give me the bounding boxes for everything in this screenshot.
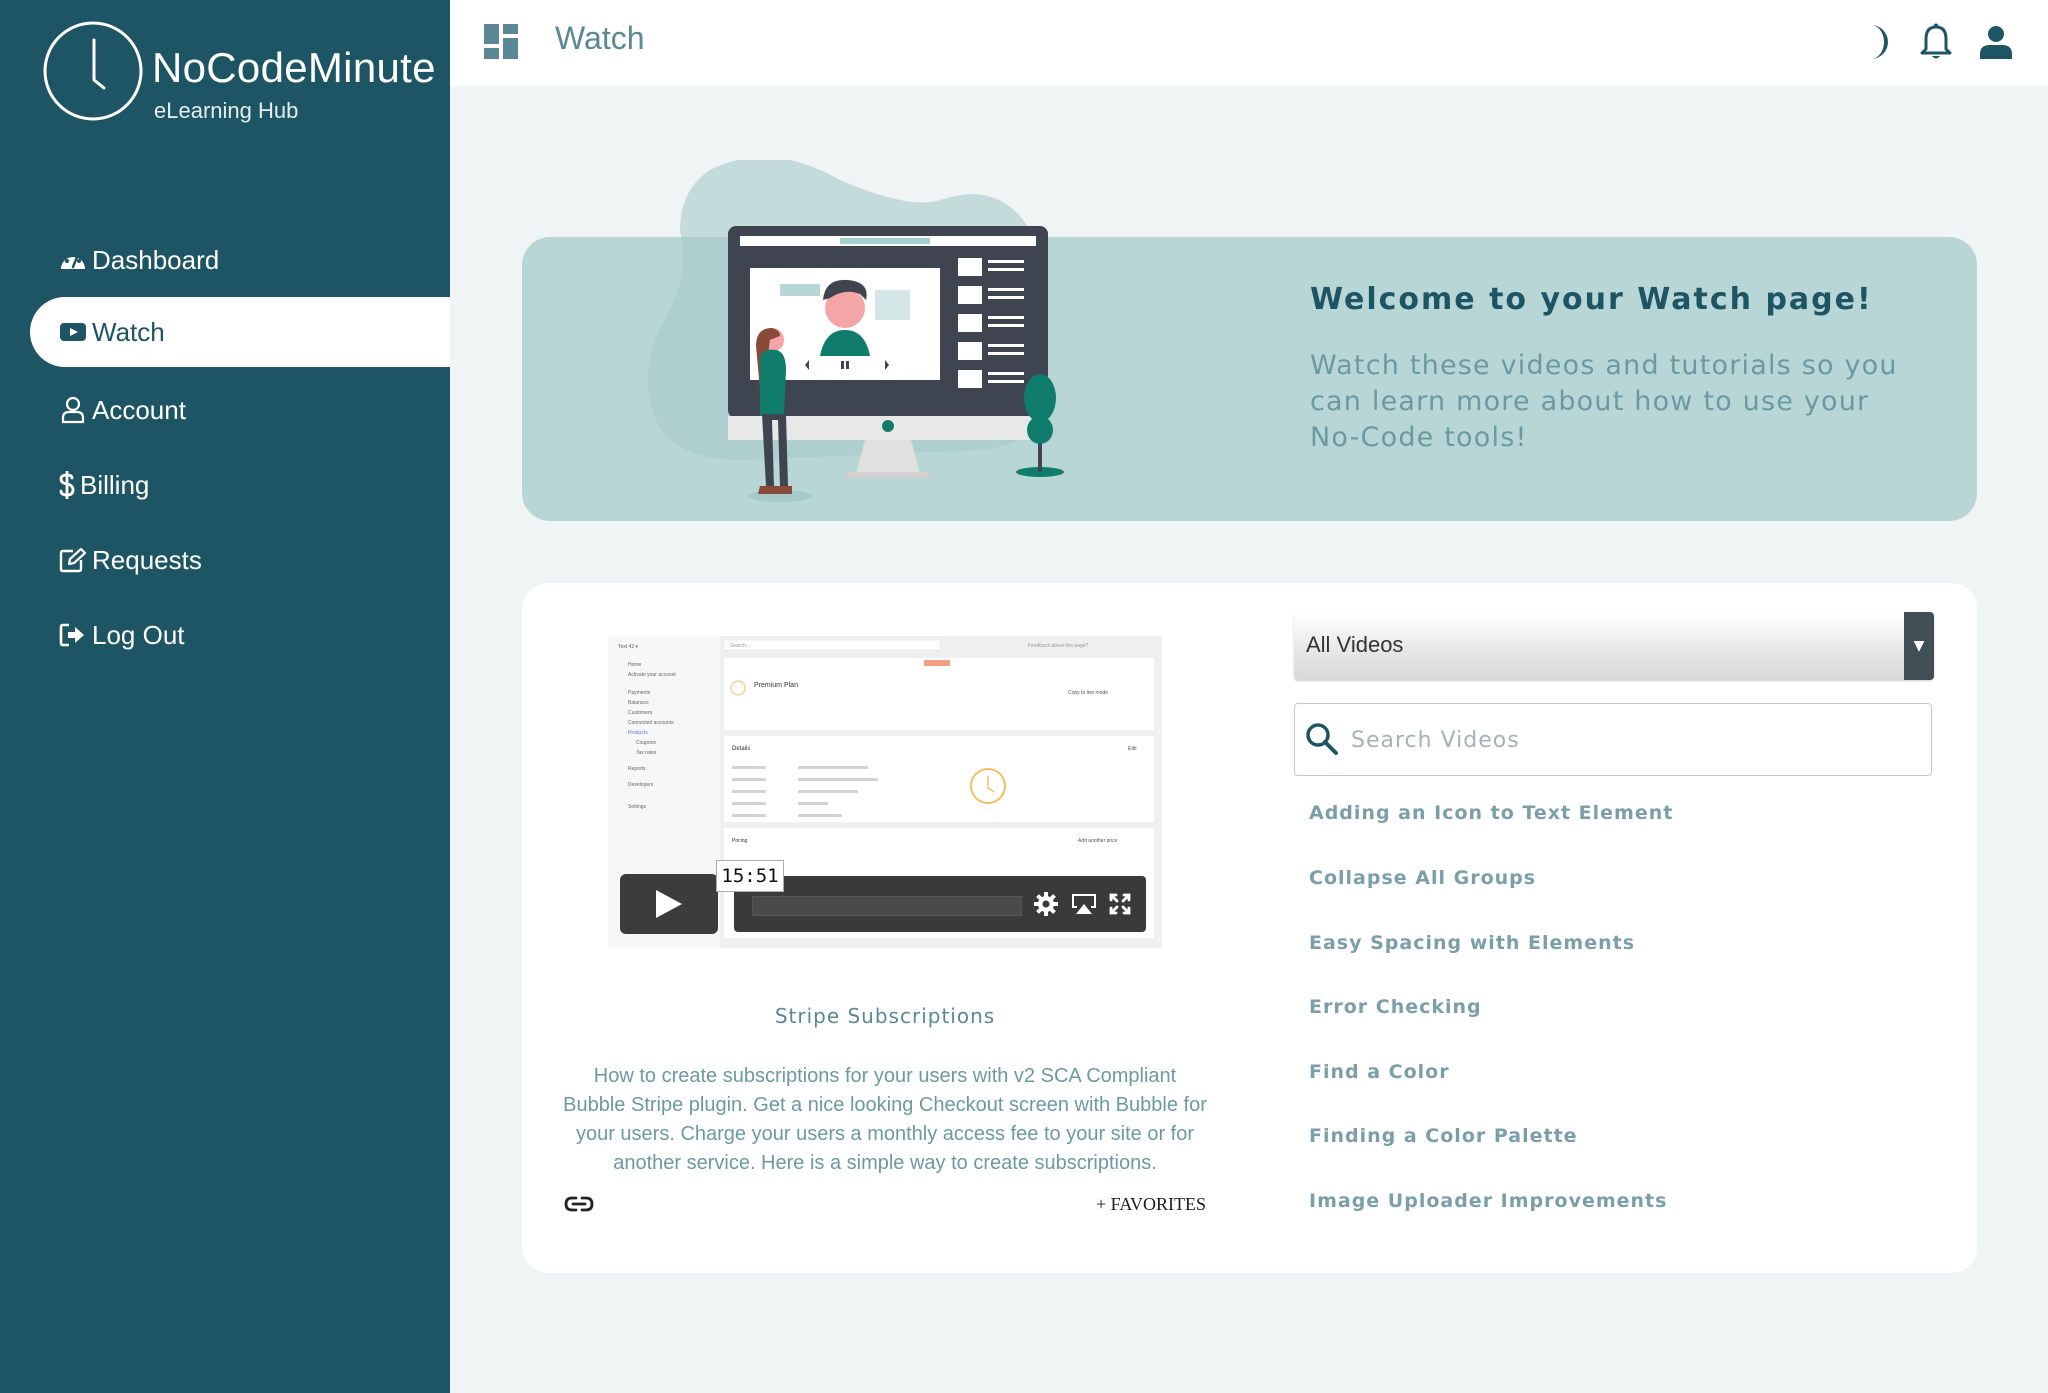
preview-add-price: Add another price (1078, 838, 1118, 844)
sidebar-item-label: Dashboard (92, 244, 220, 275)
video-progress-bar[interactable] (752, 896, 1022, 916)
top-bar: Watch (450, 0, 2048, 86)
sidebar: NoCodeMinute eLearning Hub Dashboard Wat… (0, 0, 450, 1393)
video-list-item[interactable]: Image Uploader Improvements (1309, 1190, 1667, 1212)
preview-nav-connected: Connected accounts (628, 720, 674, 726)
video-list-item[interactable]: Easy Spacing with Elements (1309, 932, 1635, 954)
search-icon (1306, 723, 1338, 755)
settings-gear-icon[interactable] (1030, 888, 1062, 920)
add-favorites-button[interactable]: + FAVORITES (1096, 1194, 1206, 1215)
youtube-play-icon (58, 317, 88, 347)
sidebar-item-watch[interactable]: Watch (30, 297, 450, 367)
brand-name: NoCodeMinute (152, 44, 436, 91)
dollar-icon (58, 470, 76, 500)
search-box (1294, 703, 1932, 776)
sidebar-item-label: Log Out (92, 619, 185, 650)
bell-icon[interactable] (1916, 22, 1956, 62)
video-category-select[interactable]: All Videos ▼ (1294, 612, 1934, 680)
brand-logo[interactable]: NoCodeMinute eLearning Hub (42, 20, 435, 130)
watching-video-illustration (647, 160, 1064, 502)
preview-nav-home: Home (628, 662, 642, 668)
preview-copy: Copy to live mode (1068, 690, 1108, 696)
welcome-text: Watch these videos and tutorials so you … (1310, 350, 1898, 453)
preview-nav-coupons: Coupons (636, 740, 657, 746)
fullscreen-icon[interactable] (1104, 888, 1136, 920)
sidebar-item-requests[interactable]: Requests (58, 525, 448, 595)
airplay-icon[interactable] (1068, 888, 1100, 920)
preview-nav-reports: Reports (628, 766, 646, 772)
dashboard-gauge-icon (58, 245, 88, 275)
sidebar-item-account[interactable]: Account (58, 375, 448, 445)
preview-edit: Edit (1128, 746, 1137, 752)
brand-subtitle: eLearning Hub (154, 98, 299, 123)
sign-out-icon (58, 620, 88, 650)
video-description: How to create subscriptions for your use… (563, 1065, 1207, 1174)
app-root: NoCodeMinute eLearning Hub Dashboard Wat… (0, 0, 2048, 1393)
video-list-item[interactable]: Collapse All Groups (1309, 867, 1536, 889)
welcome-title: Welcome to your Watch page! (1310, 282, 1873, 317)
preview-nav-developers: Developers (628, 782, 654, 788)
preview-nav-payments: Payments (628, 690, 651, 696)
sidebar-item-label: Account (92, 394, 186, 425)
video-title: Stripe Subscriptions (774, 1004, 996, 1028)
svg-text:Test 42 ▾: Test 42 ▾ (618, 644, 639, 650)
preview-search: Search... (730, 643, 750, 649)
user-icon[interactable] (1976, 22, 2016, 62)
sidebar-item-label: Watch (92, 316, 165, 347)
sidebar-item-billing[interactable]: Billing (58, 450, 448, 520)
clock-logo-icon (43, 21, 143, 121)
preview-details: Details (732, 746, 750, 752)
select-value: All Videos (1306, 632, 1404, 657)
video-list-item[interactable]: Error Checking (1309, 996, 1482, 1018)
play-icon (656, 890, 682, 918)
sidebar-item-label: Billing (80, 469, 150, 500)
preview-nav-activate: Activate your account (628, 672, 676, 678)
dropdown-arrow-icon: ▼ (1904, 612, 1934, 680)
sidebar-item-label: Requests (92, 544, 202, 575)
preview-nav-products: Products (628, 730, 648, 736)
link-icon[interactable] (564, 1194, 594, 1214)
video-list-item[interactable]: Adding an Icon to Text Element (1309, 802, 1673, 824)
moon-icon[interactable] (1858, 22, 1898, 62)
preview-nav-customers: Customers (628, 710, 653, 716)
page-title: Watch (555, 20, 645, 56)
video-timestamp: 15:51 (716, 860, 784, 892)
video-list-item[interactable]: Find a Color (1309, 1061, 1450, 1083)
preview-nav-balances: Balances (628, 700, 649, 706)
preview-nav-tax-rates: Tax rates (636, 750, 657, 756)
preview-pricing: Pricing (732, 838, 748, 844)
sidebar-item-log-out[interactable]: Log Out (58, 600, 448, 670)
video-list-item[interactable]: Finding a Color Palette (1309, 1125, 1578, 1147)
preview-plan: Premium Plan (754, 682, 798, 689)
preview-nav-settings: Settings (628, 804, 647, 810)
user-outline-icon (58, 395, 88, 425)
edit-square-icon (58, 545, 88, 575)
sidebar-item-dashboard[interactable]: Dashboard (58, 225, 448, 295)
dashboard-grid-icon[interactable] (484, 24, 520, 60)
search-videos-input[interactable] (1349, 716, 1913, 764)
preview-feedback: Feedback about this page? (1028, 643, 1089, 649)
play-button[interactable] (620, 874, 718, 934)
